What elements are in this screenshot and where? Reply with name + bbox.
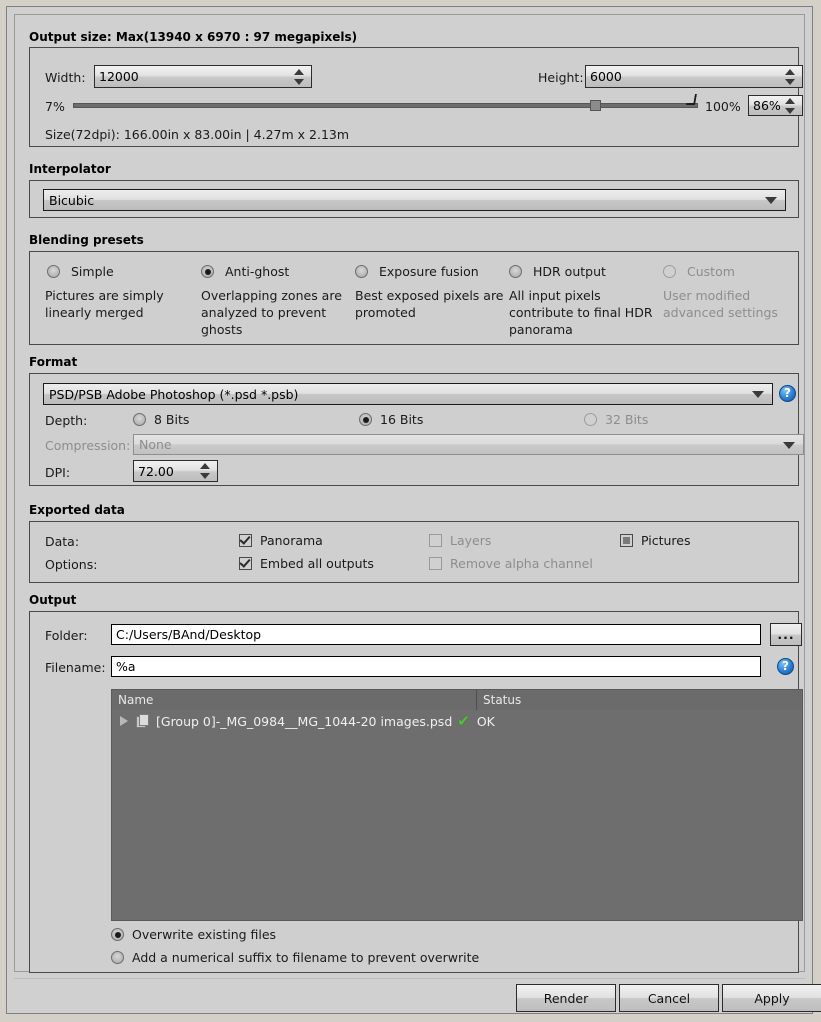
dpi-label: DPI: xyxy=(45,465,71,480)
blending-label-simple: Simple xyxy=(71,264,114,279)
folder-input[interactable]: C:/Users/BAnd/Desktop xyxy=(111,624,761,645)
format-select[interactable]: PSD/PSB Adobe Photoshop (*.psd *.psb) xyxy=(43,383,773,405)
blending-desc-anti-ghost: Overlapping zones are analyzed to preven… xyxy=(201,288,342,337)
render-button[interactable]: Render xyxy=(516,984,616,1012)
exported-data-group xyxy=(29,521,799,583)
checkbox-layers[interactable] xyxy=(429,534,442,547)
depth-radio-32bits[interactable] xyxy=(584,413,597,426)
exported-data-group-title: Exported data xyxy=(29,503,125,517)
depth-radio-8bits[interactable] xyxy=(133,413,146,426)
output-group-title: Output xyxy=(29,593,77,607)
blending-desc-exposure-fusion: Best exposed pixels are promoted xyxy=(355,288,504,320)
width-value: 12000 xyxy=(99,69,139,84)
label-add-numerical-suffix: Add a numerical suffix to filename to pr… xyxy=(132,950,480,965)
column-header-name[interactable]: Name xyxy=(112,690,477,710)
filename-label: Filename: xyxy=(45,660,106,675)
filename-input[interactable]: %a xyxy=(111,656,761,677)
dpi-input[interactable]: 72.00 xyxy=(133,460,218,482)
format-group-title: Format xyxy=(29,355,78,369)
radio-overwrite-existing-files[interactable] xyxy=(111,928,124,941)
interpolator-value: Bicubic xyxy=(49,192,95,208)
blending-radio-anti-ghost[interactable] xyxy=(201,265,214,278)
table-row[interactable]: [Group 0]-_MG_0984__MG_1044-20 images.ps… xyxy=(112,710,802,732)
depth-radio-16bits[interactable] xyxy=(359,413,372,426)
height-label: Height: xyxy=(538,70,584,85)
format-help-icon[interactable]: ? xyxy=(779,385,796,402)
blending-desc-simple: Pictures are simply linearly merged xyxy=(45,288,164,320)
percent-value: 86% xyxy=(753,98,781,113)
interpolator-select[interactable]: Bicubic xyxy=(43,189,786,211)
expand-triangle-icon[interactable] xyxy=(120,716,128,726)
file-name: [Group 0]-_MG_0984__MG_1044-20 images.ps… xyxy=(156,713,453,729)
depth-label: Depth: xyxy=(45,413,88,428)
apply-button[interactable]: Apply xyxy=(722,984,821,1012)
size-slider-track[interactable] xyxy=(73,103,698,108)
width-stepper-arrows-icon[interactable] xyxy=(294,68,305,85)
depth-label-32bits: 32 Bits xyxy=(605,412,649,427)
blending-radio-simple[interactable] xyxy=(47,265,60,278)
filename-help-icon[interactable]: ? xyxy=(777,658,794,675)
check-icon: ✔ xyxy=(457,711,470,730)
compression-label: Compression: xyxy=(45,438,131,453)
blending-label-exposure-fusion: Exposure fusion xyxy=(379,264,479,279)
width-input[interactable]: 12000 xyxy=(94,65,312,88)
compression-value: None xyxy=(139,437,172,452)
options-label: Options: xyxy=(45,557,98,572)
slider-min-label: 7% xyxy=(45,99,65,114)
cancel-button[interactable]: Cancel xyxy=(619,984,719,1012)
blending-label-hdr-output: HDR output xyxy=(533,264,606,279)
checkbox-label-pictures: Pictures xyxy=(641,533,691,548)
chevron-down-icon xyxy=(752,391,764,398)
checkbox-pictures[interactable] xyxy=(620,534,633,547)
blending-label-custom: Custom xyxy=(687,264,735,279)
output-size-group-title: Output size: Max(13940 x 6970 : 97 megap… xyxy=(29,30,358,44)
blending-radio-hdr-output[interactable] xyxy=(509,265,522,278)
depth-label-8bits: 8 Bits xyxy=(154,412,190,427)
column-header-status[interactable]: Status xyxy=(477,690,802,710)
blending-desc-custom: User modified advanced settings xyxy=(663,288,778,320)
file-list-header: Name Status xyxy=(112,690,802,711)
data-label: Data: xyxy=(45,534,80,549)
blending-label-anti-ghost: Anti-ghost xyxy=(225,264,290,279)
file-status: OK xyxy=(476,713,495,729)
button-row-separator xyxy=(14,978,805,979)
chevron-down-icon xyxy=(783,441,795,449)
compression-select[interactable]: None xyxy=(133,434,804,455)
checkbox-panorama[interactable] xyxy=(239,534,252,547)
blending-desc-hdr-output: All input pixels contribute to final HDR… xyxy=(509,288,653,337)
render-settings-dialog: Output size: Max(13940 x 6970 : 97 megap… xyxy=(6,6,821,1014)
checkbox-embed-all-outputs[interactable] xyxy=(239,557,252,570)
browse-folder-button[interactable]: ... xyxy=(770,623,802,646)
file-list-body: [Group 0]-_MG_0984__MG_1044-20 images.ps… xyxy=(112,710,802,920)
blending-radio-custom[interactable] xyxy=(663,265,676,278)
dpi-stepper-arrows-icon[interactable] xyxy=(200,463,211,479)
format-value: PSD/PSB Adobe Photoshop (*.psd *.psb) xyxy=(49,386,299,402)
depth-label-16bits: 16 Bits xyxy=(380,412,424,427)
checkbox-remove-alpha-channel[interactable] xyxy=(429,557,442,570)
settings-panel: Output size: Max(13940 x 6970 : 97 megap… xyxy=(14,14,805,973)
height-value: 6000 xyxy=(590,69,622,84)
percent-stepper-arrows-icon[interactable] xyxy=(785,97,796,114)
height-stepper-arrows-icon[interactable] xyxy=(785,68,796,85)
output-file-list[interactable]: Name Status [Group 0]-_MG_0984__MG_1044-… xyxy=(111,689,803,921)
checkbox-label-layers: Layers xyxy=(450,533,492,548)
checkbox-label-panorama: Panorama xyxy=(260,533,323,548)
width-label: Width: xyxy=(45,70,86,85)
blending-group-title: Blending presets xyxy=(29,233,144,247)
checkbox-label-remove-alpha-channel: Remove alpha channel xyxy=(450,556,593,571)
checkbox-label-embed-all-outputs: Embed all outputs xyxy=(260,556,374,571)
dpi-value: 72.00 xyxy=(138,463,174,479)
label-overwrite-existing-files: Overwrite existing files xyxy=(132,927,277,942)
size-slider-handle[interactable] xyxy=(590,100,601,111)
layers-stack-icon xyxy=(136,714,149,728)
size-info-label: Size(72dpi): 166.00in x 83.00in | 4.27m … xyxy=(45,127,350,142)
folder-label: Folder: xyxy=(45,628,88,643)
percent-input[interactable]: 86% xyxy=(748,95,803,116)
height-input[interactable]: 6000 xyxy=(585,65,803,88)
chevron-down-icon xyxy=(765,197,777,204)
blending-radio-exposure-fusion[interactable] xyxy=(355,265,368,278)
radio-add-numerical-suffix[interactable] xyxy=(111,951,124,964)
slider-max-label: 100% xyxy=(705,99,741,114)
interpolator-group-title: Interpolator xyxy=(29,162,111,176)
